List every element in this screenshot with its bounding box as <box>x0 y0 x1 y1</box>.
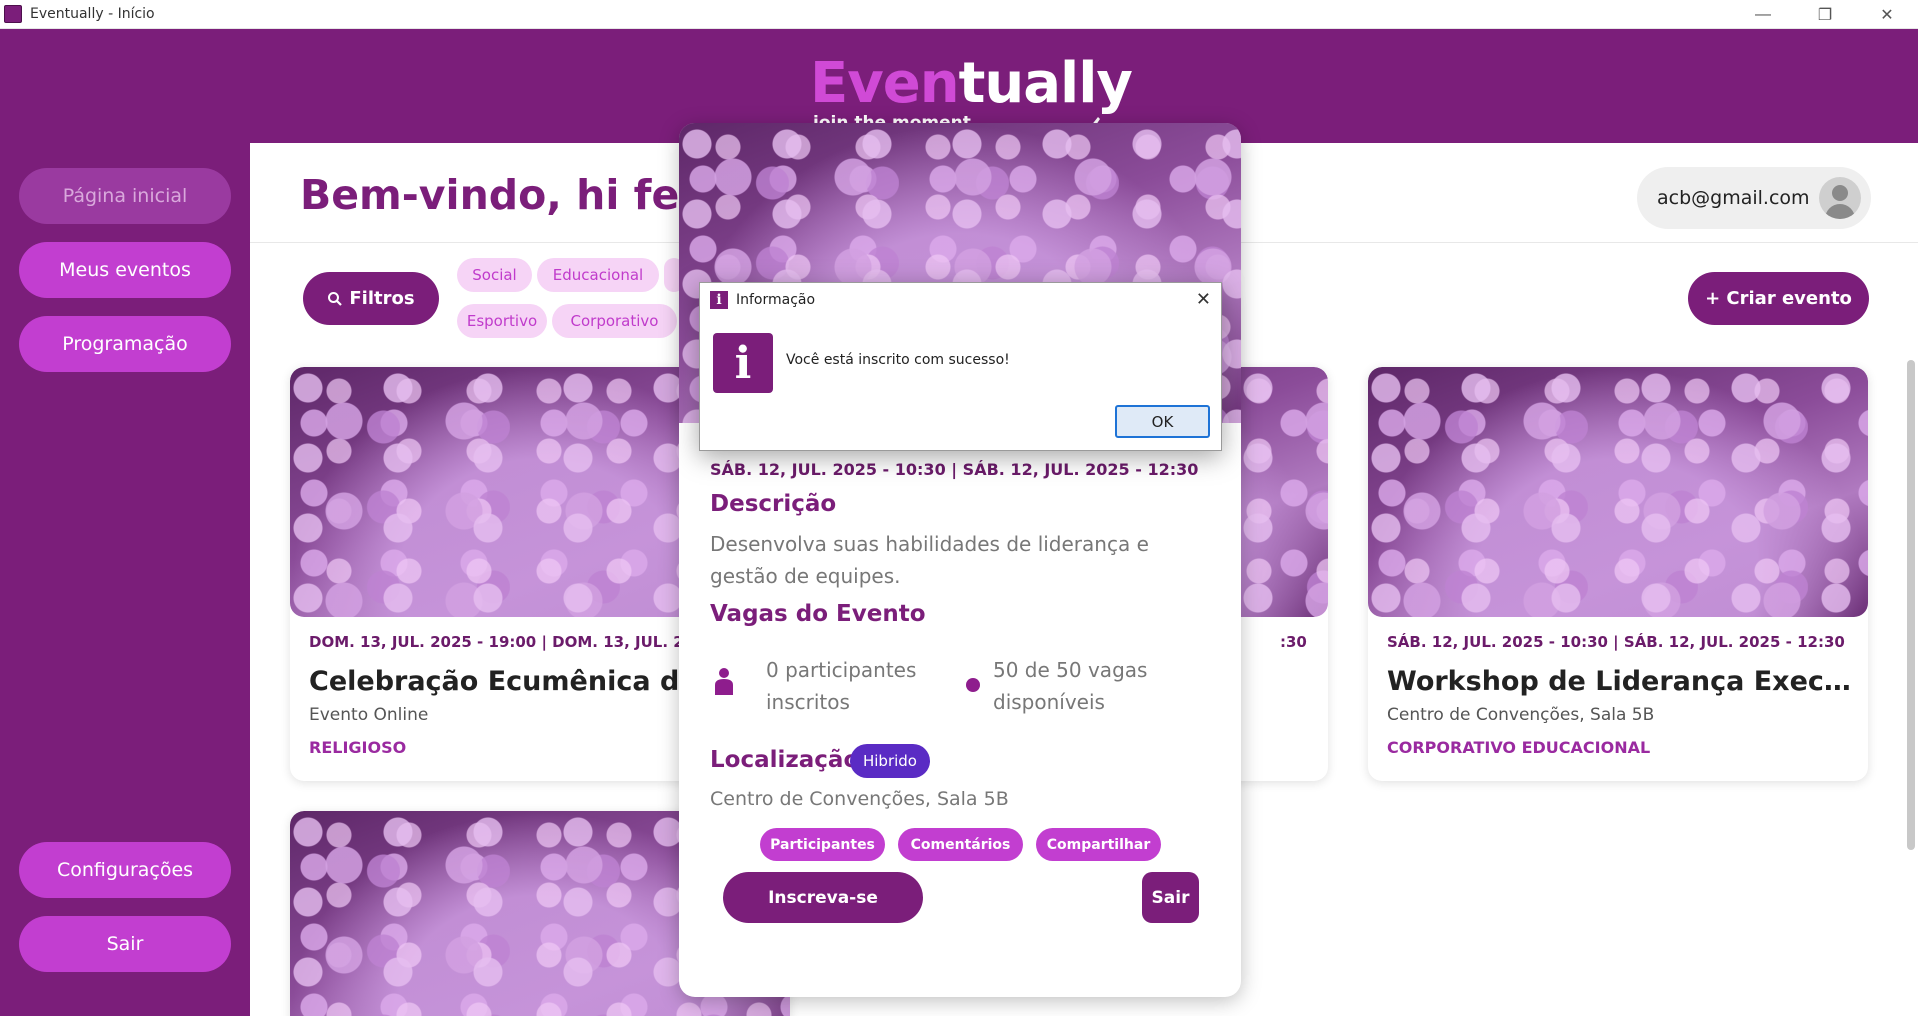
tag-social[interactable]: Social <box>457 258 532 292</box>
event-category: CORPORATIVO EDUCACIONAL <box>1387 738 1651 757</box>
dialog-title: Informação <box>736 292 816 308</box>
window-controls: — ❐ ✕ <box>1732 0 1918 29</box>
comments-button[interactable]: Comentários <box>898 828 1023 861</box>
sidebar: Página inicial Meus eventos Programação … <box>0 143 250 1016</box>
description-line-1: Desenvolva suas habilidades de liderança… <box>710 532 1149 556</box>
search-icon <box>328 291 343 306</box>
avatar <box>1819 177 1861 219</box>
spots-heading: Vagas do Evento <box>710 601 926 627</box>
info-dialog: i Informação ✕ i Você está inscrito com … <box>699 282 1222 451</box>
user-menu[interactable]: acb@gmail.com <box>1637 167 1871 229</box>
tag-sports[interactable]: Esportivo <box>457 304 547 338</box>
spots-available-line-1: 50 de 50 vagas <box>993 658 1148 682</box>
window-title: Eventually - Início <box>30 6 155 22</box>
spots-available-line-2: disponíveis <box>993 690 1105 714</box>
event-location: Evento Online <box>309 705 429 725</box>
event-card[interactable]: SÁB. 12, JUL. 2025 - 10:30 | SÁB. 12, JU… <box>1368 367 1868 781</box>
sidebar-item-schedule[interactable]: Programação <box>19 316 231 372</box>
close-window-button[interactable]: ✕ <box>1856 0 1918 29</box>
tag-corporate[interactable]: Corporativo <box>552 304 677 338</box>
filters-label: Filtros <box>349 288 415 309</box>
participants-count-line-1: 0 participantes <box>766 658 917 682</box>
scrollbar[interactable] <box>1907 360 1915 850</box>
logout-button[interactable]: Sair <box>19 916 231 972</box>
event-date: :30 <box>1280 633 1307 651</box>
participants-count-line-2: inscritos <box>766 690 850 714</box>
description-line-2: gestão de equipes. <box>710 564 901 588</box>
ok-button[interactable]: OK <box>1115 405 1210 438</box>
location-heading: Localização <box>710 747 860 773</box>
logo-wordmark: Eventually <box>810 51 1133 116</box>
welcome-heading: Bem-vindo, hi fewf <box>300 171 736 219</box>
event-date: SÁB. 12, JUL. 2025 - 10:30 | SÁB. 12, JU… <box>1387 633 1845 651</box>
description-heading: Descrição <box>710 491 837 517</box>
restore-button[interactable]: ❐ <box>1794 0 1856 29</box>
app-icon <box>4 5 22 23</box>
user-email: acb@gmail.com <box>1657 187 1810 209</box>
hybrid-badge: Hibrido <box>850 744 930 778</box>
participants-button[interactable]: Participantes <box>760 828 885 861</box>
dialog-message: Você está inscrito com sucesso! <box>786 352 1010 368</box>
sidebar-item-my-events[interactable]: Meus eventos <box>19 242 231 298</box>
dialog-titlebar: i Informação ✕ <box>700 283 1221 317</box>
create-event-button[interactable]: + Criar evento <box>1688 272 1869 325</box>
share-button[interactable]: Compartilhar <box>1036 828 1161 861</box>
window-titlebar: Eventually - Início — ❐ ✕ <box>0 0 1918 29</box>
event-location: Centro de Convenções, Sala 5B <box>1387 705 1655 725</box>
info-icon: i <box>710 291 728 309</box>
exit-panel-button[interactable]: Sair <box>1142 872 1199 923</box>
info-large-icon: i <box>713 333 773 393</box>
sidebar-item-home[interactable]: Página inicial <box>19 168 231 224</box>
location-text: Centro de Convenções, Sala 5B <box>710 788 1009 810</box>
tag-educational[interactable]: Educacional <box>537 258 659 292</box>
event-date: SÁB. 12, JUL. 2025 - 10:30 | SÁB. 12, JU… <box>710 460 1199 479</box>
minimize-button[interactable]: — <box>1732 0 1794 29</box>
person-icon <box>715 668 733 695</box>
settings-button[interactable]: Configurações <box>19 842 231 898</box>
event-category: RELIGIOSO <box>309 738 407 757</box>
subscribe-button[interactable]: Inscreva-se <box>723 872 923 923</box>
availability-dot-icon <box>966 678 980 692</box>
event-detail-panel: SÁB. 12, JUL. 2025 - 10:30 | SÁB. 12, JU… <box>679 123 1241 997</box>
close-icon[interactable]: ✕ <box>1196 289 1211 310</box>
event-image <box>1368 367 1868 617</box>
filters-button[interactable]: Filtros <box>303 272 439 325</box>
event-title: Workshop de Liderança Executiva <box>1387 666 1857 697</box>
